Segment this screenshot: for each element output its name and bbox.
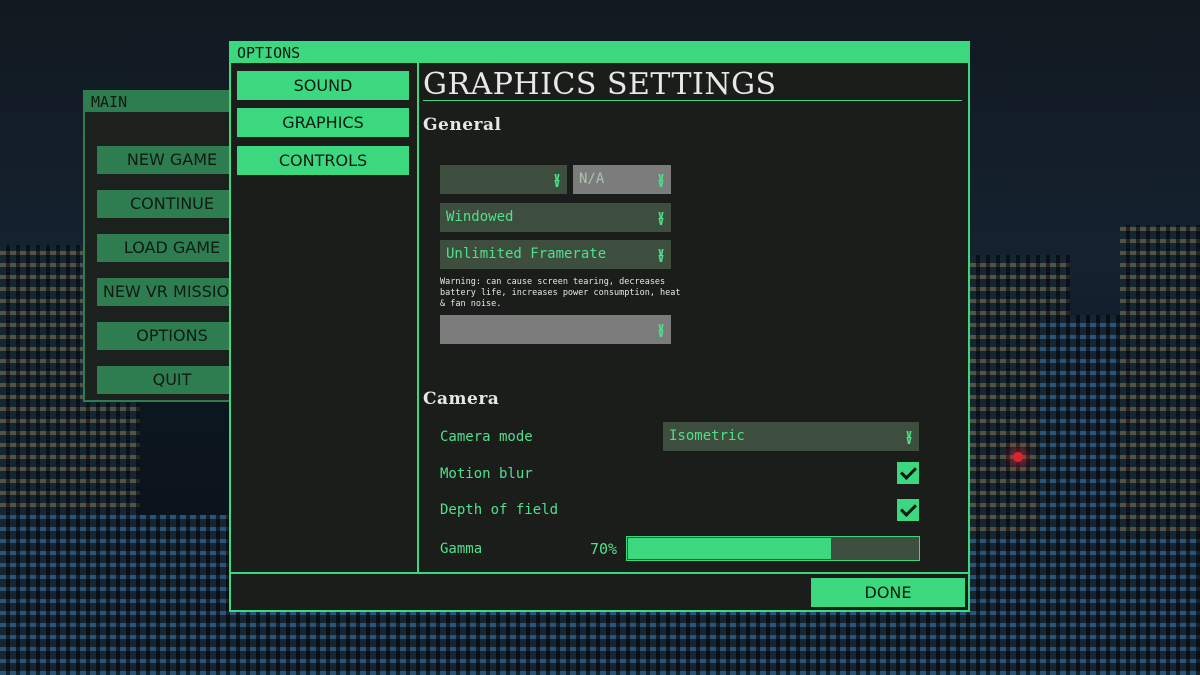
camera-mode-value: Isometric — [669, 428, 745, 444]
motion-blur-checkbox[interactable] — [897, 462, 919, 484]
window-mode-value: Windowed — [446, 209, 514, 225]
refresh-rate-value: N/A — [579, 171, 605, 187]
continue-button[interactable]: CONTINUE — [97, 190, 247, 218]
chevron-down-icon — [655, 165, 667, 194]
quit-button[interactable]: QUIT — [97, 366, 247, 394]
page-title: GRAPHICS SETTINGS — [423, 67, 777, 102]
camera-mode-label: Camera mode — [440, 429, 533, 445]
camera-mode-dropdown[interactable]: Isometric — [663, 422, 919, 451]
gamma-slider[interactable] — [626, 536, 920, 561]
motion-blur-label: Motion blur — [440, 466, 533, 482]
graphics-settings-panel: GRAPHICS SETTINGS General N/A Windowed U… — [419, 63, 968, 574]
chevron-down-icon — [655, 240, 667, 269]
footer-divider — [231, 572, 968, 574]
depth-of-field-label: Depth of field — [440, 502, 559, 518]
chevron-down-icon — [551, 165, 563, 194]
options-sidebar: SOUND GRAPHICS CONTROLS — [231, 63, 419, 574]
chevron-down-icon — [655, 203, 667, 232]
red-beacon — [1013, 452, 1023, 462]
load-game-button[interactable]: LOAD GAME — [97, 234, 247, 262]
done-button[interactable]: DONE — [811, 578, 965, 607]
window-mode-dropdown[interactable]: Windowed — [440, 203, 671, 232]
new-vr-mission-button[interactable]: NEW VR MISSION — [97, 278, 247, 306]
gamma-percent: 70% — [590, 540, 618, 558]
depth-of-field-checkbox[interactable] — [897, 499, 919, 521]
options-window: OPTIONS SOUND GRAPHICS CONTROLS GRAPHICS… — [229, 41, 970, 612]
camera-heading: Camera — [423, 389, 500, 409]
refresh-rate-dropdown[interactable]: N/A — [573, 165, 671, 194]
tab-controls[interactable]: CONTROLS — [237, 146, 409, 175]
tab-graphics[interactable]: GRAPHICS — [237, 108, 409, 137]
main-menu-window: MAIN NEW GAME CONTINUE LOAD GAME NEW VR … — [83, 90, 253, 402]
gamma-label: Gamma — [440, 541, 483, 557]
framerate-value: Unlimited Framerate — [446, 246, 607, 262]
general-heading: General — [423, 115, 502, 135]
chevron-down-icon — [903, 422, 915, 451]
chevron-down-icon — [655, 315, 667, 344]
extra-dropdown[interactable] — [440, 315, 671, 344]
title-divider — [423, 100, 962, 101]
resolution-dropdown[interactable] — [440, 165, 567, 194]
gamma-slider-fill — [628, 538, 831, 559]
options-title: OPTIONS — [231, 43, 968, 63]
framerate-warning: Warning: can cause screen tearing, decre… — [440, 277, 681, 309]
tab-sound[interactable]: SOUND — [237, 71, 409, 100]
new-game-button[interactable]: NEW GAME — [97, 146, 247, 174]
framerate-dropdown[interactable]: Unlimited Framerate — [440, 240, 671, 269]
main-menu-title: MAIN — [85, 92, 251, 112]
options-button[interactable]: OPTIONS — [97, 322, 247, 350]
